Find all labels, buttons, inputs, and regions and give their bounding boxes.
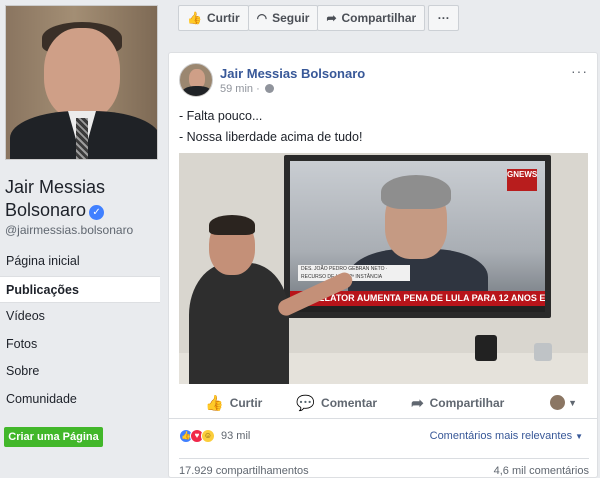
nav-item-photos[interactable]: Fotos xyxy=(0,331,160,359)
post-text: - Falta pouco... - Nossa liberdade acima… xyxy=(179,106,362,148)
shares-count[interactable]: 17.929 compartilhamentos xyxy=(179,465,309,477)
news-channel-logo: GNEWS xyxy=(507,169,537,191)
left-column: Jair Messias Bolsonaro ✓ @jairmessias.bol… xyxy=(0,0,165,478)
share-page-button[interactable]: ➦ Compartilhar xyxy=(317,5,426,31)
nav-item-posts[interactable]: Publicações xyxy=(0,275,160,303)
ellipsis-icon: ··· xyxy=(437,11,450,25)
man-hair xyxy=(209,215,255,235)
reactions-summary: 👍 ♥ ☺ 93 mil Comentários mais relevantes… xyxy=(179,427,589,445)
haha-reaction-icon: ☺ xyxy=(201,429,215,443)
reactions-count[interactable]: 93 mil xyxy=(221,430,250,442)
nav-item-about[interactable]: Sobre xyxy=(0,358,160,386)
comment-icon: 💬 xyxy=(296,394,316,412)
post-stats: 17.929 compartilhamentos 4,6 mil comentá… xyxy=(179,458,589,477)
post-more-icon[interactable]: ··· xyxy=(571,63,588,79)
share-label: Compartilhar xyxy=(429,395,505,410)
share-arrow-icon: ➦ xyxy=(411,394,424,412)
verified-icon: ✓ xyxy=(89,205,105,220)
post-action-bar: 👍 Curtir 💬 Comentar ➦ Compartilhar ▼ xyxy=(169,387,597,419)
nav-item-home[interactable]: Página inicial xyxy=(0,248,160,276)
comment-button[interactable]: 💬 Comentar xyxy=(296,394,377,412)
post-photo[interactable]: GNEWS DES. JOÃO PEDRO GEBRAN NETO · RECU… xyxy=(179,153,588,384)
rss-icon: ◠ xyxy=(256,11,268,25)
post-line-1: - Falta pouco... xyxy=(179,109,263,123)
post-line-2: - Nossa liberdade acima de tudo! xyxy=(179,130,363,144)
photo-phone xyxy=(475,335,497,361)
photo-man xyxy=(179,213,355,384)
create-page-button[interactable]: Criar uma Página xyxy=(4,427,103,447)
thumbs-up-icon: 👍 xyxy=(205,394,224,412)
share-button[interactable]: ➦ Compartilhar xyxy=(411,394,504,412)
post-time[interactable]: 59 min xyxy=(220,83,253,95)
post-meta: 59 min · xyxy=(220,83,274,95)
share-arrow-icon: ➦ xyxy=(326,11,337,25)
follow-button[interactable]: ◠ Seguir xyxy=(247,5,319,31)
photo-face xyxy=(44,28,120,120)
comment-sort-dropdown[interactable]: Comentários mais relevantes ▼ xyxy=(430,430,583,442)
comment-label: Comentar xyxy=(321,395,378,410)
comment-sort-label: Comentários mais relevantes xyxy=(429,430,573,442)
post-author[interactable]: Jair Messias Bolsonaro xyxy=(220,66,365,81)
nav-item-videos[interactable]: Vídeos xyxy=(0,303,160,331)
profile-photo[interactable] xyxy=(5,5,158,160)
page-handle[interactable]: @jairmessias.bolsonaro xyxy=(5,223,133,237)
man-body xyxy=(189,263,289,384)
share-page-label: Compartilhar xyxy=(341,11,417,25)
avatar-suit xyxy=(182,86,212,96)
nav-item-community[interactable]: Comunidade xyxy=(0,386,160,414)
photo-jar xyxy=(534,343,552,361)
photo-tie xyxy=(76,118,88,159)
more-options-button[interactable]: ··· xyxy=(428,5,460,31)
like-page-label: Curtir xyxy=(206,11,240,25)
like-page-button[interactable]: 👍 Curtir xyxy=(178,5,249,31)
page-title[interactable]: Jair Messias Bolsonaro ✓ xyxy=(5,176,163,222)
viewer-avatar xyxy=(550,395,566,410)
follow-label: Seguir xyxy=(272,11,310,25)
author-avatar[interactable] xyxy=(179,63,213,97)
thumbs-up-icon: 👍 xyxy=(187,11,202,25)
judge-hair xyxy=(381,175,451,209)
comments-count[interactable]: 4,6 mil comentários xyxy=(494,465,589,477)
news-ticker xyxy=(290,306,545,312)
caret-down-icon: ▼ xyxy=(575,432,583,441)
like-button[interactable]: 👍 Curtir xyxy=(205,394,262,412)
page-nav: Página inicial Publicações Vídeos Fotos … xyxy=(0,248,160,413)
like-label: Curtir xyxy=(229,395,263,410)
page-action-bar: 👍 Curtir ◠ Seguir ➦ Compartilhar ··· xyxy=(178,5,460,31)
caret-down-icon: ▼ xyxy=(568,397,577,408)
post-card: Jair Messias Bolsonaro 59 min · ··· - Fa… xyxy=(168,52,598,478)
globe-icon xyxy=(264,84,274,93)
post-as-selector[interactable]: ▼ xyxy=(550,395,577,410)
